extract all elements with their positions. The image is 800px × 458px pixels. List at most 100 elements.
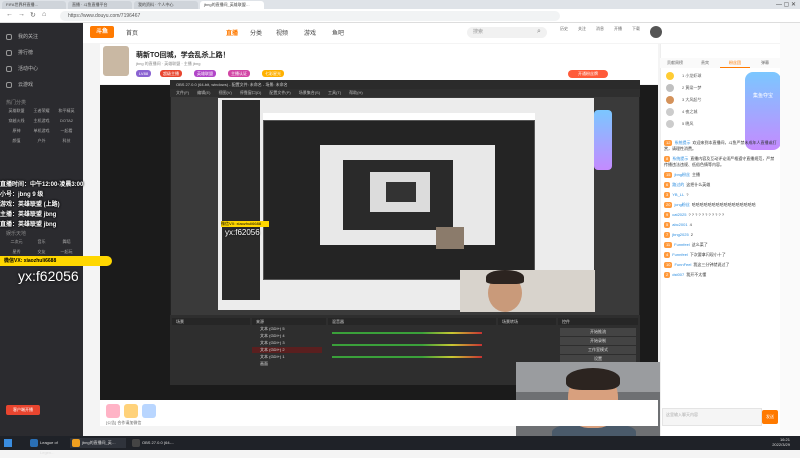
category-link[interactable]: 英雄联盟 <box>4 108 29 114</box>
taskbar-app[interactable]: OBS 27.0.0 (64-... <box>130 438 182 448</box>
tab-vip[interactable]: 贵宾 <box>690 58 720 68</box>
search-input[interactable]: 搜索 <box>467 27 547 38</box>
source-item-selected[interactable]: 文本 (GDI+) 2 <box>252 347 322 353</box>
chat-username[interactable]: YB_LL <box>672 192 684 197</box>
browser-tab-active[interactable]: jbng的直播间_英雄联盟… <box>200 0 264 9</box>
chat-username[interactable]: 系统提示 <box>672 156 688 161</box>
fan-badge-button[interactable]: 开通粉丝牌 <box>568 70 608 78</box>
chat-username[interactable]: 路过的 <box>672 182 684 187</box>
rank-row[interactable]: 1 小龙虾球 <box>662 70 740 82</box>
rank-row[interactable]: 5 晚风 <box>662 118 740 130</box>
nav-fishbar[interactable]: 鱼吧 <box>332 28 344 37</box>
chat-username[interactable]: jcng粉丝 <box>674 202 689 207</box>
sidebar-item-cloudgame[interactable]: 云游戏 <box>0 77 83 93</box>
nav-live[interactable]: 直播 <box>226 28 238 37</box>
broadcast-icon[interactable]: 开播 <box>610 26 626 32</box>
category-link[interactable]: 主机游戏 <box>29 118 54 124</box>
window-controls[interactable]: — ▢ ✕ <box>776 1 796 8</box>
start-stream-button[interactable]: 开始推流 <box>560 328 636 336</box>
obs-menu-item[interactable]: 编辑(E) <box>197 89 210 97</box>
nav-video[interactable]: 视频 <box>276 28 288 37</box>
gift-icon[interactable] <box>106 404 120 418</box>
chat-username[interactable]: 系统提示 <box>674 140 690 145</box>
sidebar-item-follow[interactable]: 我的关注 <box>0 29 83 45</box>
category-link[interactable]: 舞蹈 <box>54 239 79 245</box>
obs-menu-item[interactable]: 工具(T) <box>328 89 341 97</box>
obs-menu-item[interactable]: 帮助(H) <box>349 89 363 97</box>
tag-category[interactable]: 英雄联盟 <box>194 70 216 77</box>
category-link[interactable]: 穿越火线 <box>4 118 29 124</box>
gift-icon[interactable] <box>142 404 156 418</box>
taskbar-clock[interactable]: 16:21 2022/3/29 <box>772 437 790 447</box>
history-icon[interactable]: 历史 <box>556 26 572 32</box>
back-icon[interactable]: ← <box>6 11 13 18</box>
sidebar-item-events[interactable]: 活动中心 <box>0 61 83 77</box>
search-icon[interactable]: ⌕ <box>537 28 541 36</box>
taskbar-app[interactable]: League of Legen... <box>28 438 68 455</box>
tab-danmaku[interactable]: 弹幕 <box>750 58 780 68</box>
tab-weekly-rank[interactable]: 贡献周榜 <box>660 58 690 68</box>
start-record-button[interactable]: 开始录制 <box>560 337 636 345</box>
chat-username[interactable]: jbng粉丝 <box>674 172 690 177</box>
browser-tab[interactable]: 直播 · 斗鱼直播平台 <box>68 0 132 9</box>
obs-menu-item[interactable]: 文件(F) <box>176 89 189 97</box>
rank-row[interactable]: 3 大风起兮 <box>662 94 740 106</box>
forward-icon[interactable]: → <box>18 11 25 18</box>
source-item[interactable]: 文本 (GDI+) 3 <box>252 340 322 346</box>
chat-input[interactable]: 这里输入聊天内容 <box>662 408 762 426</box>
studio-mode-button[interactable]: 工作室模式 <box>560 346 636 354</box>
user-avatar[interactable] <box>650 26 662 38</box>
home-icon[interactable]: ⌂ <box>42 11 46 18</box>
chat-username[interactable]: FunnFeel <box>674 262 691 267</box>
send-button[interactable]: 发送 <box>762 410 778 424</box>
windows-start-icon[interactable] <box>4 439 12 447</box>
nav-category[interactable]: 分类 <box>250 28 262 37</box>
category-link[interactable]: 星秀 <box>4 249 29 255</box>
category-link[interactable]: 一起看 <box>54 128 79 134</box>
category-link[interactable]: 科技 <box>54 138 79 144</box>
obs-menu-item[interactable]: 视图(V) <box>218 89 231 97</box>
category-link[interactable]: 一起玩 <box>54 249 79 255</box>
streamer-avatar[interactable] <box>103 46 129 76</box>
event-mascot-banner[interactable]: 集鱼夺宝 <box>745 72 781 150</box>
browser-tab[interactable]: 我的资料 · 个人中心 <box>134 0 198 9</box>
reload-icon[interactable]: ↻ <box>30 11 36 19</box>
rank-row[interactable]: 4 夜之城 <box>662 106 740 118</box>
source-item[interactable]: 文本 (GDI+) 5 <box>252 326 322 332</box>
gift-icon[interactable] <box>124 404 138 418</box>
rank-row[interactable]: 2 黄粱一梦 <box>662 82 740 94</box>
category-link[interactable]: 户外 <box>29 138 54 144</box>
obs-menu-item[interactable]: 配置文件(P) <box>269 89 290 97</box>
site-logo[interactable]: 斗鱼 <box>90 26 114 38</box>
start-broadcast-button[interactable]: 客户端开播 <box>6 405 40 415</box>
obs-menu-item[interactable]: 停靠窗口(D) <box>240 89 262 97</box>
category-link[interactable]: DOTA2 <box>54 118 79 124</box>
chat-username[interactable]: dst007 <box>672 272 684 277</box>
message-icon[interactable]: 消息 <box>592 26 608 32</box>
nav-home[interactable]: 首页 <box>126 28 138 37</box>
category-link[interactable]: 原神 <box>4 128 29 134</box>
follow-icon[interactable]: 关注 <box>574 26 590 32</box>
category-link[interactable]: 二次元 <box>4 239 29 245</box>
source-item[interactable]: 画面 <box>252 361 322 367</box>
chat-username[interactable]: jbng2025 <box>672 232 688 237</box>
category-link[interactable]: 单机游戏 <box>29 128 54 134</box>
category-link[interactable]: 音乐 <box>29 239 54 245</box>
download-icon[interactable]: 下载 <box>628 26 644 32</box>
url-input[interactable]: https://www.douyu.com/7196467 <box>60 11 560 21</box>
category-link[interactable]: 王者荣耀 <box>29 108 54 114</box>
nav-game[interactable]: 游戏 <box>304 28 316 37</box>
chat-username[interactable]: Funnfeel <box>674 242 690 247</box>
sidebar-item-rank[interactable]: 排行榜 <box>0 45 83 61</box>
chat-username[interactable]: cat2025 <box>672 212 686 217</box>
tab-fan-club[interactable]: 粉丝团 <box>720 58 750 68</box>
source-item[interactable]: 文本 (GDI+) 4 <box>252 333 322 339</box>
chat-username[interactable]: abc2001 <box>672 222 687 227</box>
chat-username[interactable]: Funnfeel <box>672 252 688 257</box>
category-link[interactable]: 和平精英 <box>54 108 79 114</box>
category-link[interactable]: 交友 <box>29 249 54 255</box>
taskbar-app[interactable]: jbng的直播间_英… <box>70 438 126 448</box>
category-link[interactable]: 颜值 <box>4 138 29 144</box>
source-item[interactable]: 文本 (GDI+) 1 <box>252 354 322 360</box>
browser-tab[interactable]: FIFA世界杯直播… <box>2 0 66 9</box>
